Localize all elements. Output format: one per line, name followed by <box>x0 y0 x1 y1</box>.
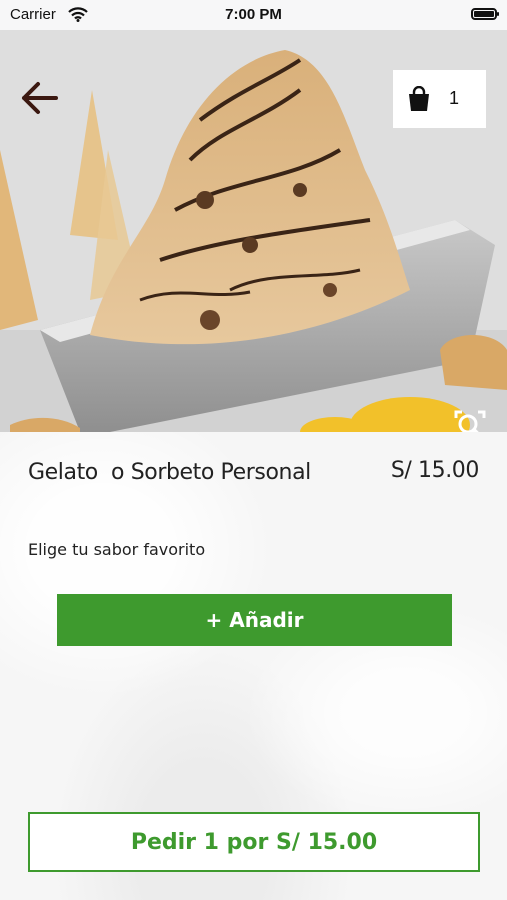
product-name: Gelato o Sorbeto Personal <box>28 460 311 485</box>
status-bar: Carrier 7:00 PM <box>0 0 507 30</box>
shopping-bag-icon <box>407 85 431 117</box>
battery-icon <box>471 8 499 20</box>
arrow-left-icon <box>22 82 58 114</box>
zoom-image-button[interactable] <box>452 408 488 432</box>
status-time: 7:00 PM <box>225 6 282 23</box>
flavor-prompt: Elige tu sabor favorito <box>28 540 206 559</box>
product-detail: Gelato o Sorbeto Personal S/ 15.00 Elige… <box>0 432 507 900</box>
cart-count: 1 <box>449 88 460 108</box>
zoom-image-icon <box>454 410 486 432</box>
product-price: S/ 15.00 <box>390 458 480 483</box>
order-button[interactable]: Pedir 1 por S/ 15.00 <box>28 812 480 872</box>
add-flavor-button[interactable]: + Añadir <box>57 594 452 646</box>
product-image: 1 <box>0 30 507 432</box>
back-button[interactable] <box>18 80 62 120</box>
cart-button[interactable]: 1 <box>393 70 486 128</box>
